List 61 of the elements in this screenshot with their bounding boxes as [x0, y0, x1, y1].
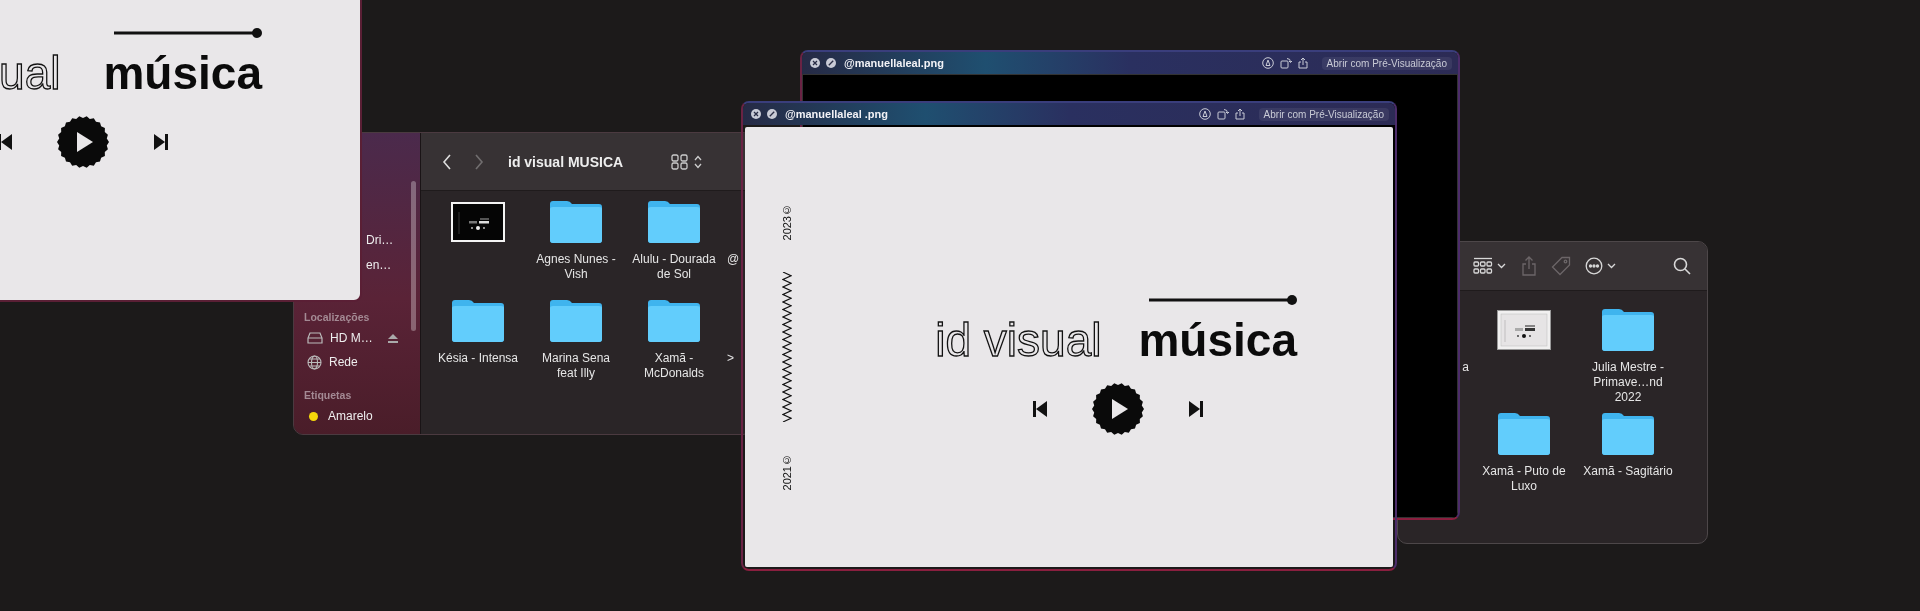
- share-icon[interactable]: [1297, 57, 1308, 69]
- folder-icon[interactable]: [646, 299, 702, 343]
- sidebar-item[interactable]: Rede: [329, 355, 358, 369]
- file-name: a: [1462, 360, 1469, 375]
- folder-icon[interactable]: [646, 200, 702, 244]
- folder-icon[interactable]: [1496, 412, 1552, 456]
- window-title: id visual MUSICA: [508, 153, 624, 170]
- play-button[interactable]: [57, 116, 109, 168]
- year-text: 2023©: [781, 203, 793, 240]
- close-icon[interactable]: [810, 58, 820, 68]
- hide-icon[interactable]: [767, 109, 777, 119]
- folder-icon[interactable]: [548, 299, 604, 343]
- close-icon[interactable]: [751, 109, 761, 119]
- open-with-button[interactable]: Abrir com Pré-Visualização: [1321, 56, 1452, 70]
- previous-icon[interactable]: [0, 134, 12, 150]
- title-word: id visual: [935, 317, 1102, 363]
- previous-icon[interactable]: [1033, 401, 1047, 417]
- file-name: Julia Mestre - Primave…nd 2022: [1591, 360, 1665, 405]
- sidebar-item[interactable]: en…: [366, 257, 392, 272]
- title-word: ual: [0, 50, 61, 96]
- folder-icon[interactable]: [1600, 412, 1656, 456]
- file-name: Késia - Intensa: [436, 351, 519, 366]
- file-name: Xamã - Puto de Luxo: [1481, 464, 1567, 494]
- file-name: Marina Sena feat Illy: [540, 351, 611, 381]
- open-with-button[interactable]: Abrir com Pré-Visualização: [1258, 107, 1389, 121]
- rotate-icon[interactable]: [1216, 108, 1229, 120]
- file-name: Agnes Nunes - Vish: [535, 252, 617, 282]
- window-title: @manuellaleal.png: [844, 57, 944, 69]
- view-options-icon[interactable]: [1473, 257, 1507, 275]
- eject-icon[interactable]: [387, 333, 398, 343]
- markup-icon[interactable]: [1198, 108, 1211, 120]
- folder-icon[interactable]: [450, 299, 506, 343]
- next-icon[interactable]: [154, 134, 168, 150]
- image-thumbnail-icon[interactable]: [1497, 310, 1551, 350]
- file-name: Alulu - Dourada de Sol: [631, 252, 717, 282]
- share-icon[interactable]: [1234, 108, 1245, 120]
- file-name: @: [727, 252, 740, 267]
- sidebar-item[interactable]: HD M…: [330, 331, 373, 345]
- window-title: @manuellaleal .png: [785, 108, 889, 120]
- sidebar-heading: Localizações: [303, 310, 371, 325]
- globe-icon: [307, 354, 322, 370]
- file-name: Xamã - McDonalds: [643, 351, 705, 381]
- back-icon[interactable]: [442, 153, 452, 170]
- sidebar-item[interactable]: Dri…: [366, 232, 394, 247]
- file-name: Xamã - Sagitário: [1582, 464, 1674, 479]
- drive-icon: [307, 332, 323, 344]
- play-button[interactable]: [1092, 383, 1144, 435]
- next-icon[interactable]: [1189, 401, 1203, 417]
- folder-icon[interactable]: [548, 200, 604, 244]
- title-word: música: [1138, 317, 1297, 363]
- rotate-icon[interactable]: [1279, 57, 1292, 69]
- folder-icon[interactable]: [1600, 308, 1656, 352]
- hide-icon[interactable]: [826, 58, 836, 68]
- search-icon[interactable]: [1673, 257, 1691, 275]
- year-text: 2021©: [781, 454, 793, 491]
- sidebar-heading: Etiquetas: [303, 388, 353, 403]
- markup-icon[interactable]: [1261, 57, 1274, 69]
- sidebar-item[interactable]: Amarelo: [328, 409, 373, 423]
- title-word: música: [103, 50, 262, 96]
- scrollbar[interactable]: [411, 181, 416, 331]
- file-name: >: [727, 351, 734, 366]
